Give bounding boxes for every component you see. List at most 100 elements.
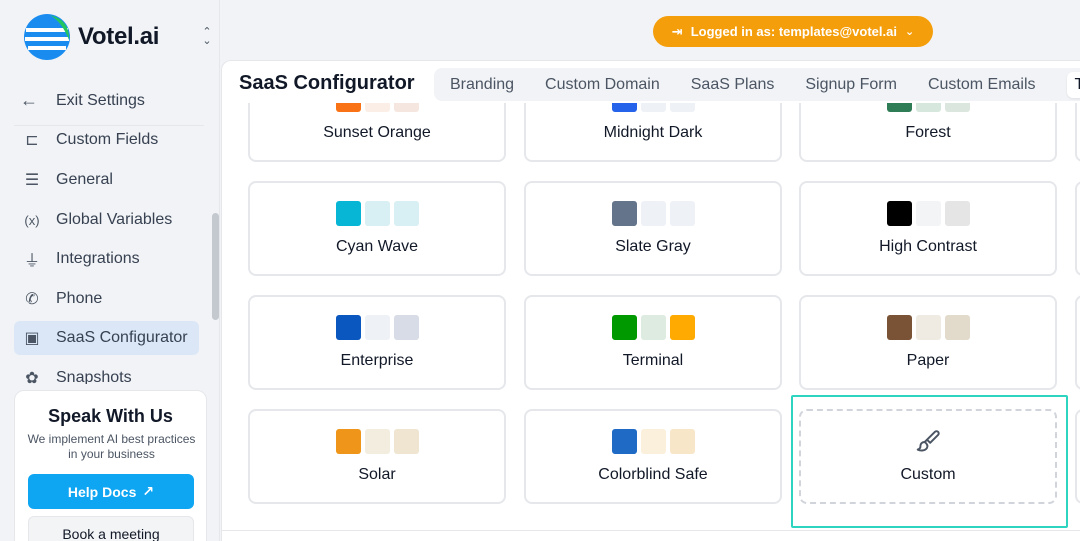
swatch-row [801,315,1055,340]
swatch-row [801,103,1055,112]
color-swatch [364,315,390,340]
sidebar-scrollbar[interactable] [212,213,219,320]
tab-signup-form[interactable]: Signup Form [805,76,897,94]
theme-card-paper[interactable]: Paper [799,295,1057,390]
sidebar-item-label: SaaS Configurator [56,329,188,346]
logged-in-dropdown[interactable]: ⇥ Logged in as: templates@votel.ai ⌄ [653,16,933,47]
theme-card-partial[interactable] [1075,409,1080,504]
theme-name: Slate Gray [615,238,691,255]
color-swatch [393,103,419,112]
paintbrush-icon [801,429,1055,455]
color-swatch [944,103,970,112]
color-swatch [886,315,912,340]
sidebar-item-label: Global Variables [56,211,173,228]
tab-truncated[interactable]: T [1066,71,1080,98]
color-swatch [886,103,912,112]
theme-card-midnight-dark[interactable]: Midnight Dark [524,103,782,162]
sidebar-item-general[interactable]: ☰ General [14,163,199,197]
color-swatch [335,429,361,454]
theme-card-slate-gray[interactable]: Slate Gray [524,181,782,276]
theme-name: Sunset Orange [323,124,431,141]
color-swatch [364,201,390,226]
sidebar-item-phone[interactable]: ✆ Phone [14,282,199,316]
external-link-icon: ↗ [142,483,155,499]
swatch-row [250,315,504,340]
sidebar-item-saas-configurator[interactable]: ▣ SaaS Configurator [14,321,199,355]
theme-card-partial[interactable] [1075,103,1080,162]
color-swatch [393,201,419,226]
color-swatch [393,429,419,454]
sidebar-item-label: Snapshots [56,369,132,384]
sidebar-item-global-variables[interactable]: (x) Global Variables [14,203,199,237]
top-bar: ⇥ Logged in as: templates@votel.ai ⌄ [220,0,1080,60]
color-swatch [640,201,666,226]
theme-card-high-contrast[interactable]: High Contrast [799,181,1057,276]
sidebar-item-custom-fields[interactable]: ⊏ Custom Fields [14,128,199,157]
theme-name: Solar [358,466,396,483]
color-swatch [364,429,390,454]
theme-card-cyan-wave[interactable]: Cyan Wave [248,181,506,276]
login-text: Logged in as: templates@votel.ai [690,24,897,39]
color-swatch [335,103,361,112]
variable-icon: (x) [24,212,40,228]
swatch-row [801,201,1055,226]
tab-saas-plans[interactable]: SaaS Plans [691,76,775,94]
snapshot-icon: ✿ [25,370,39,384]
sidebar-item-label: Integrations [56,250,140,267]
divider [222,530,1080,531]
theme-name: Cyan Wave [335,238,419,255]
color-swatch [611,103,637,112]
tab-custom-domain[interactable]: Custom Domain [545,76,660,94]
swatch-row [250,103,504,112]
color-swatch [669,103,695,112]
phone-icon: ✆ [25,291,39,308]
sidebar-item-integrations[interactable]: ⏚ Integrations [14,242,199,276]
color-swatch [944,315,970,340]
theme-card-solar[interactable]: Solar [248,409,506,504]
book-meeting-button[interactable]: Book a meeting [28,516,194,541]
theme-card-partial[interactable] [1075,181,1080,276]
color-swatch [640,315,666,340]
theme-name: High Contrast [879,238,977,255]
exit-settings-button[interactable]: ← Exit Settings [20,90,145,111]
tab-custom-emails[interactable]: Custom Emails [928,76,1036,94]
color-swatch [915,201,941,226]
theme-card-forest[interactable]: Forest [799,103,1057,162]
brand[interactable]: Votel.ai [22,12,159,62]
theme-name: Paper [906,352,950,369]
main-panel: SaaS Configurator Branding Custom Domain… [221,60,1080,541]
speak-with-us-card: Speak With Us We implement AI best pract… [14,390,207,541]
theme-card-colorblind-safe[interactable]: Colorblind Safe [524,409,782,504]
tab-branding[interactable]: Branding [450,76,514,94]
help-docs-button[interactable]: Help Docs ↗ [28,474,194,509]
color-swatch [640,429,666,454]
color-swatch [915,315,941,340]
color-swatch [886,201,912,226]
divider [14,125,204,126]
help-docs-label: Help Docs [67,483,137,500]
sidebar-item-label: General [56,171,113,188]
color-swatch [611,429,637,454]
theme-card-partial[interactable] [1075,295,1080,390]
theme-name: Terminal [622,352,684,369]
theme-card-enterprise[interactable]: Enterprise [248,295,506,390]
color-swatch [335,315,361,340]
swatch-row [526,315,780,340]
theme-card-terminal[interactable]: Terminal [524,295,782,390]
color-swatch [335,201,361,226]
logout-icon: ⇥ [671,23,683,39]
exit-settings-label: Exit Settings [56,91,145,109]
swatch-row [526,201,780,226]
theme-card-custom[interactable]: Custom [799,409,1057,504]
theme-grid: Sunset Orange Midnight Dark Forest Cyan … [222,103,1080,531]
chevron-updown-icon[interactable]: ⌃ ⌄ [199,27,215,48]
theme-name: Custom [900,466,956,483]
theme-name: Midnight Dark [603,124,703,141]
theme-name: Enterprise [340,352,414,369]
theme-card-sunset-orange[interactable]: Sunset Orange [248,103,506,162]
brand-name: Votel.ai [78,23,160,50]
color-swatch [915,103,941,112]
sidebar-item-snapshots[interactable]: ✿ Snapshots [14,361,199,384]
plug-icon: ⏚ [23,253,40,270]
color-swatch [364,103,390,112]
